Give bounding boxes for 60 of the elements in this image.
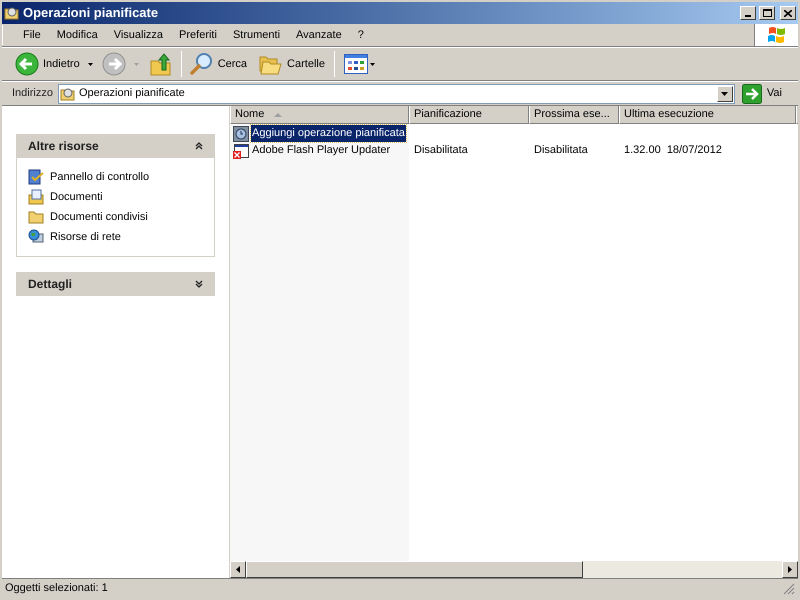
menu-item[interactable]: Avanzate (288, 25, 350, 45)
column-header[interactable]: Ultima esecuzione (619, 106, 796, 124)
panel-link[interactable]: Pannello di controllo (28, 169, 203, 185)
table-cell-text: 1.32.00 18/07/2012 (623, 143, 723, 158)
view-grid-icon (344, 54, 368, 74)
menu-item[interactable]: Strumenti (224, 25, 288, 45)
caret-icon (370, 62, 375, 66)
search-icon (190, 52, 214, 76)
panel-header[interactable]: Altre risorse (16, 134, 215, 158)
back-button[interactable]: Indietro (14, 49, 81, 79)
menu-item[interactable]: Modifica (48, 25, 106, 45)
documents-folder-icon (28, 189, 44, 205)
globe-computer-icon (28, 229, 44, 245)
menu-item[interactable]: Visualizza (106, 25, 172, 45)
minimize-button[interactable] (740, 6, 756, 20)
panel-header[interactable]: Dettagli (16, 272, 215, 296)
column-header[interactable]: Pianificazione (409, 106, 529, 124)
flag-logo-icon (766, 26, 786, 44)
column-header[interactable]: Nome (230, 106, 409, 124)
folder-clock-icon (60, 86, 76, 102)
status-text: Oggetti selezionati: 1 (5, 581, 109, 596)
disabled-task-icon (233, 142, 249, 158)
panel-link[interactable]: Documenti condivisi (28, 209, 203, 225)
scroll-right-button[interactable] (782, 561, 798, 578)
maximize-button[interactable] (759, 6, 775, 20)
close-icon (784, 10, 792, 16)
control-panel-icon (28, 169, 44, 185)
address-label: Indirizzo (11, 86, 54, 102)
panel-link[interactable]: Documenti (28, 189, 203, 205)
collapse-chevron-icon (195, 142, 203, 150)
column-header[interactable]: Prossima ese... (529, 106, 619, 124)
left-arrow-icon (236, 566, 240, 573)
go-button[interactable]: Vai (738, 82, 798, 104)
caret-icon (721, 92, 728, 96)
expand-chevron-icon (195, 280, 203, 288)
caret-icon (134, 62, 140, 66)
folder-up-arrow-icon (150, 52, 172, 76)
panel-link[interactable]: Risorse di rete (28, 229, 203, 245)
sort-ascending-icon (274, 112, 282, 116)
scroll-thumb[interactable] (246, 561, 583, 578)
search-button[interactable]: Cerca (188, 49, 250, 79)
scroll-left-button[interactable] (230, 561, 246, 578)
folder-clock-icon (4, 5, 20, 21)
table-cell-text: Disabilitata (413, 143, 469, 158)
window-title: Operazioni pianificate (23, 4, 160, 22)
table-cell-text: Disabilitata (533, 143, 589, 158)
right-arrow-icon (788, 566, 792, 573)
caret-icon (88, 62, 94, 66)
address-field[interactable]: Operazioni pianificate (58, 84, 735, 104)
menu-item[interactable]: ? (350, 25, 372, 45)
file-name[interactable]: Adobe Flash Player Updater (251, 142, 392, 159)
menu-item[interactable]: File (15, 25, 49, 45)
file-name[interactable]: Aggiungi operazione pianificata (251, 125, 406, 142)
menu-item[interactable]: Preferiti (171, 25, 225, 45)
folders-button[interactable]: Cartelle (257, 49, 327, 79)
dropdown-button[interactable] (716, 86, 733, 102)
close-button[interactable] (780, 6, 796, 20)
resize-grip-icon (783, 582, 795, 594)
clock-icon (233, 126, 249, 142)
folder-icon (28, 209, 44, 225)
